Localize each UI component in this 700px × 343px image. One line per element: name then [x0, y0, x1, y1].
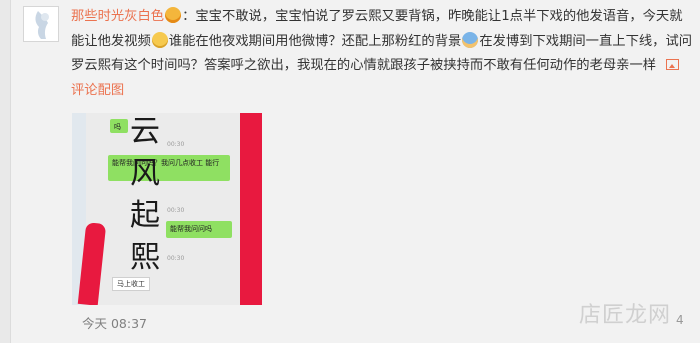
chat-bubble-1: 能帮我问问吗？我问几点收工 能行	[108, 155, 230, 181]
chat-time-3: 00:30	[167, 255, 185, 262]
image-red-strip	[240, 113, 262, 305]
comment-picture-label: 评论配图	[71, 82, 125, 98]
comment-text: 那些时光灰白色 ：宝宝不敢说，宝宝怕说了罗云熙又要背锅，昨晚能让1点半下戏的他发语…	[71, 5, 693, 103]
chat-time-2: 00:30	[167, 207, 185, 214]
chat-screenshot	[86, 113, 240, 305]
picture-icon	[666, 59, 680, 70]
chat-bubble-top: 吗	[110, 119, 128, 133]
comment-part-2: 谁能在他夜戏期间用他微博？还配上那粉红的背景	[168, 33, 462, 49]
avatar[interactable]	[23, 6, 59, 42]
image-label: 马上收工	[112, 277, 150, 291]
avatar-image	[24, 7, 58, 41]
username-link[interactable]: 那些时光灰白色	[71, 9, 164, 24]
vertical-char-4: 熙	[130, 240, 160, 275]
chat-bubble-2: 能帮我问问吗	[166, 221, 232, 238]
vertical-char-2: 风	[130, 156, 160, 191]
watermark-suffix: 4	[676, 313, 684, 327]
watermark-text: 店匠龙网	[579, 303, 672, 328]
chat-time-1: 00:30	[167, 141, 185, 148]
crown-emoji-icon	[165, 7, 182, 23]
vertical-char-3: 起	[130, 198, 160, 233]
vertical-char-1: 云	[130, 114, 160, 149]
comment-card: 那些时光灰白色 ：宝宝不敢说，宝宝怕说了罗云熙又要背锅，昨晚能让1点半下戏的他发语…	[10, 0, 700, 343]
awkward-face-emoji-icon	[151, 31, 168, 48]
post-timestamp: 今天 08:37	[82, 316, 147, 331]
comment-image[interactable]: 吗 00:30 能帮我问问吗？我问几点收工 能行 00:30 能帮我问问吗 00…	[72, 113, 262, 305]
baby-emoji-icon	[462, 31, 479, 48]
